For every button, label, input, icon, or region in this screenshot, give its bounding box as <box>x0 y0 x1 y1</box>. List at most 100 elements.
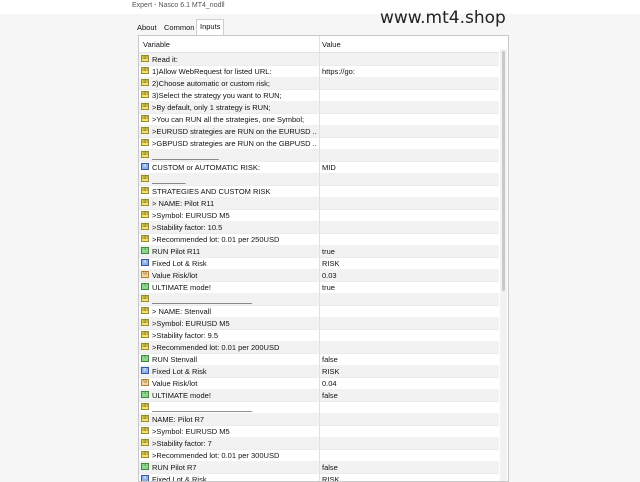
variable-value[interactable]: true <box>322 247 482 256</box>
column-divider <box>319 353 320 365</box>
column-divider <box>319 245 320 257</box>
variable-name: ULTIMATE mode! <box>152 283 211 292</box>
column-divider <box>319 377 320 389</box>
variable-value[interactable]: RISK <box>322 475 482 481</box>
column-divider <box>319 293 320 305</box>
variable-value[interactable]: RISK <box>322 259 482 268</box>
column-divider[interactable] <box>319 36 320 52</box>
column-divider <box>319 341 320 353</box>
variable-name: > NAME: Pilot R11 <box>152 199 215 208</box>
column-divider <box>319 233 320 245</box>
string-param-icon: ab <box>141 199 149 206</box>
variable-name: ________________________ <box>152 403 253 412</box>
variable-value[interactable]: false <box>322 355 482 364</box>
string-param-icon: ab <box>141 295 149 302</box>
string-param-icon: ab <box>141 115 149 122</box>
column-divider <box>319 365 320 377</box>
variable-name: >Symbol: EURUSD M5 <box>152 319 230 328</box>
variable-name: >Recommended lot: 0.01 per 300USD <box>152 451 280 460</box>
column-divider <box>319 269 320 281</box>
tab-about[interactable]: About <box>134 21 160 34</box>
column-header-variable[interactable]: Variable <box>143 40 170 49</box>
variable-name: RUN Pilot R7 <box>152 463 197 472</box>
variable-name: ________________ <box>152 151 219 160</box>
string-param-icon: ab <box>141 151 149 158</box>
column-divider <box>319 401 320 413</box>
column-divider <box>319 77 320 89</box>
column-divider <box>319 161 320 173</box>
tab-common[interactable]: Common <box>161 21 197 34</box>
variable-name: Fixed Lot & Risk <box>152 259 207 268</box>
variable-name: CUSTOM or AUTOMATIC RISK: <box>152 163 260 172</box>
bool-param-icon: ~ <box>141 247 149 254</box>
variable-name: >You can RUN all the strategies, one Sym… <box>152 115 305 124</box>
variable-name: ULTIMATE mode! <box>152 391 211 400</box>
string-param-icon: ab <box>141 427 149 434</box>
string-param-icon: ab <box>141 451 149 458</box>
inputs-panel: Variable Value ab Read it: ab 1)Allow WebRe… <box>138 35 509 482</box>
column-divider <box>319 137 320 149</box>
variable-value[interactable]: true <box>322 283 482 292</box>
string-param-icon: ab <box>141 415 149 422</box>
variable-name: Value Risk/lot <box>152 379 198 388</box>
string-param-icon: ab <box>141 187 149 194</box>
variable-name: 3)Select the strategy you want to RUN; <box>152 91 282 100</box>
enum-param-icon: ≡ <box>141 367 149 374</box>
bool-param-icon: ~ <box>141 463 149 470</box>
variable-value[interactable]: 0.04 <box>322 379 482 388</box>
variable-name: STRATEGIES AND CUSTOM RISK <box>152 187 271 196</box>
scrollbar-thumb[interactable] <box>502 51 505 291</box>
string-param-icon: ab <box>141 67 149 74</box>
column-divider <box>319 209 320 221</box>
vertical-scrollbar[interactable] <box>500 49 507 481</box>
string-param-icon: ab <box>141 127 149 134</box>
variable-value[interactable]: false <box>322 391 482 400</box>
bool-param-icon: ~ <box>141 355 149 362</box>
column-divider <box>319 329 320 341</box>
column-divider <box>319 89 320 101</box>
string-param-icon: ab <box>141 211 149 218</box>
variable-name: Fixed Lot & Risk <box>152 475 207 482</box>
variable-name: RUN Stenvall <box>152 355 198 364</box>
tab-bar: About Common Inputs <box>132 19 512 36</box>
column-divider <box>319 185 320 197</box>
variable-value[interactable]: MID <box>322 163 482 172</box>
column-divider <box>319 149 320 161</box>
column-divider <box>319 53 320 65</box>
string-param-icon: ab <box>141 343 149 350</box>
column-divider <box>319 413 320 425</box>
string-param-icon: ab <box>141 223 149 230</box>
variable-name: >Recommended lot: 0.01 per 200USD <box>152 343 280 352</box>
column-divider <box>319 221 320 233</box>
column-header-value[interactable]: Value <box>322 40 341 49</box>
string-param-icon: ab <box>141 175 149 182</box>
variable-name: >GBPUSD strategies are RUN on the GBPUSD… <box>152 139 317 148</box>
variable-value[interactable]: RISK <box>322 367 482 376</box>
string-param-icon: ab <box>141 307 149 314</box>
variable-name: >Stability factor: 9.5 <box>152 331 219 340</box>
column-divider <box>319 101 320 113</box>
variable-name: NAME: Pilot R7 <box>152 415 205 424</box>
table-row[interactable]: ≡ Fixed Lot & Risk RISK <box>139 473 499 482</box>
string-param-icon: ab <box>141 103 149 110</box>
variable-name: >Stability factor: 10.5 <box>152 223 223 232</box>
string-param-icon: ab <box>141 439 149 446</box>
variable-name: >Stability factor: 7 <box>152 439 212 448</box>
column-divider <box>319 425 320 437</box>
column-divider <box>319 317 320 329</box>
string-param-icon: ab <box>141 331 149 338</box>
variable-value[interactable]: false <box>322 463 482 472</box>
variable-value[interactable]: 0.03 <box>322 271 482 280</box>
column-divider <box>319 173 320 185</box>
column-divider <box>319 125 320 137</box>
variable-name: >Symbol: EURUSD M5 <box>152 427 230 436</box>
enum-param-icon: ≡ <box>141 259 149 266</box>
enum-param-icon: ≡ <box>141 163 149 170</box>
variable-name: >By default, only 1 strategy is RUN; <box>152 103 271 112</box>
variable-value[interactable]: https://go: <box>322 67 482 76</box>
variable-name: Fixed Lot & Risk <box>152 367 207 376</box>
number-param-icon: ½ <box>141 271 149 278</box>
bool-param-icon: ~ <box>141 391 149 398</box>
tab-inputs[interactable]: Inputs <box>196 19 225 36</box>
column-divider <box>319 65 320 77</box>
